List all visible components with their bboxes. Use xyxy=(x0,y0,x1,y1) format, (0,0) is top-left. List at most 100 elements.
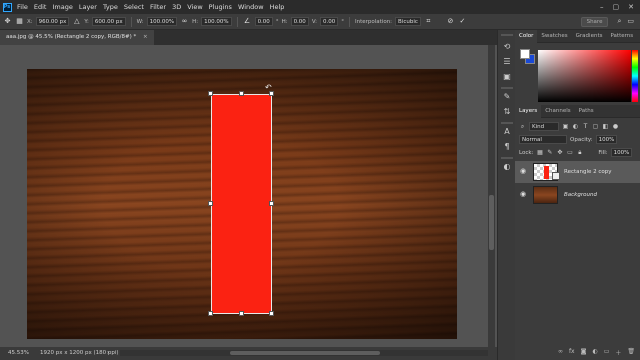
menu-select[interactable]: Select xyxy=(121,3,147,11)
cancel-icon[interactable]: ⊘ xyxy=(446,17,455,26)
fx-icon[interactable]: fx xyxy=(569,348,575,358)
vertical-scrollbar[interactable] xyxy=(488,45,495,347)
filter-smart-icon[interactable]: ◧ xyxy=(602,123,609,130)
fill-field[interactable]: 100% xyxy=(610,148,633,157)
blend-mode-select[interactable]: Normal xyxy=(519,135,567,144)
tab-close-icon[interactable]: × xyxy=(143,34,148,40)
filter-toggle-icon[interactable]: ● xyxy=(612,123,619,130)
menu-layer[interactable]: Layer xyxy=(76,3,100,11)
filter-adjustment-icon[interactable]: ◐ xyxy=(572,123,579,130)
x-field[interactable]: 960.00 px xyxy=(35,17,70,26)
maximize-icon[interactable]: ▢ xyxy=(613,3,620,11)
move-tool-icon[interactable]: ✥ xyxy=(3,17,12,26)
transform-handle-ml[interactable] xyxy=(208,201,213,206)
menu-plugins[interactable]: Plugins xyxy=(206,3,235,11)
delta-icon[interactable]: △ xyxy=(72,17,81,26)
close-icon[interactable]: ✕ xyxy=(628,3,634,11)
eye-icon[interactable]: ◉ xyxy=(520,167,528,175)
menu-type[interactable]: Type xyxy=(100,3,121,11)
scrollbar-thumb[interactable] xyxy=(489,195,494,250)
fill-label: Fill: xyxy=(598,149,608,156)
y-field[interactable]: 600.00 px xyxy=(91,17,126,26)
lock-all-icon[interactable]: 🔒︎ xyxy=(576,149,583,156)
filter-type-icon[interactable]: T xyxy=(582,123,589,130)
filter-pixel-icon[interactable]: ▣ xyxy=(562,123,569,130)
h-skew-field[interactable]: 0.00 xyxy=(290,17,309,26)
trash-icon[interactable]: 🗑︎ xyxy=(627,348,635,358)
warp-icon[interactable]: ⌗ xyxy=(424,17,433,26)
properties-icon[interactable]: ☰ xyxy=(502,57,512,67)
menu-image[interactable]: Image xyxy=(49,3,75,11)
menu-view[interactable]: View xyxy=(184,3,205,11)
width-field[interactable]: 100.00% xyxy=(146,17,178,26)
foreground-color-swatch[interactable] xyxy=(520,49,530,59)
layer-row[interactable]: ◉ Rectangle 2 copy xyxy=(515,161,640,183)
add-mask-icon[interactable]: ◙ xyxy=(581,348,587,358)
color-spectrum[interactable] xyxy=(538,50,631,102)
menu-help[interactable]: Help xyxy=(267,3,288,11)
paragraph-icon[interactable]: ¶ xyxy=(502,142,512,152)
transform-handle-tm[interactable] xyxy=(239,91,244,96)
tab-patterns[interactable]: Patterns xyxy=(606,30,637,43)
link-icon[interactable]: ∞ xyxy=(180,17,189,26)
color-panel-tabs: Color Swatches Gradients Patterns xyxy=(515,29,640,43)
search-icon[interactable]: ⌕ xyxy=(617,17,621,26)
lock-artboard-icon[interactable]: ▭ xyxy=(566,149,573,156)
red-rectangle-layer[interactable] xyxy=(211,94,272,314)
transform-handle-mr[interactable] xyxy=(269,201,274,206)
photoshop-logo-icon[interactable]: Ps xyxy=(0,0,14,14)
lock-position-icon[interactable]: ✥ xyxy=(556,149,563,156)
adjustments-icon[interactable]: ⇅ xyxy=(502,107,512,117)
layer-row[interactable]: ◉ Background xyxy=(515,184,640,206)
filter-shape-icon[interactable]: ▢ xyxy=(592,123,599,130)
history-icon[interactable]: ⟲ xyxy=(502,42,512,52)
reference-point-icon[interactable]: ▦ xyxy=(15,17,24,26)
tab-layers[interactable]: Layers xyxy=(515,104,542,118)
menu-filter[interactable]: Filter xyxy=(147,3,169,11)
menu-file[interactable]: File xyxy=(14,3,31,11)
menu-3d[interactable]: 3D xyxy=(169,3,184,11)
link-layers-icon[interactable]: ∞ xyxy=(558,348,563,358)
group-icon[interactable]: ▭ xyxy=(604,348,610,358)
tab-swatches[interactable]: Swatches xyxy=(537,30,571,43)
tab-gradients[interactable]: Gradients xyxy=(572,30,607,43)
h-skew-label: H: xyxy=(281,18,288,25)
layer-name: Background xyxy=(564,192,597,198)
transform-handle-br[interactable] xyxy=(269,311,274,316)
horizontal-scrollbar[interactable] xyxy=(120,350,488,356)
status-menu-arrow[interactable]: › xyxy=(107,347,109,360)
lock-image-icon[interactable]: ✎ xyxy=(546,149,553,156)
transform-handle-bm[interactable] xyxy=(239,311,244,316)
character-icon[interactable]: A xyxy=(502,127,512,137)
tab-paths[interactable]: Paths xyxy=(575,105,598,118)
checkmark-icon[interactable]: ✓ xyxy=(458,17,467,26)
transform-handle-tl[interactable] xyxy=(208,91,213,96)
lock-transparent-icon[interactable]: ▦ xyxy=(536,149,543,156)
angle-field[interactable]: 0.00 xyxy=(254,17,273,26)
transform-handle-bl[interactable] xyxy=(208,311,213,316)
zoom-level[interactable]: 45.53% xyxy=(8,347,29,360)
eye-icon[interactable]: ◉ xyxy=(520,190,528,198)
glyphs-icon[interactable]: ◐ xyxy=(502,162,512,172)
menu-edit[interactable]: Edit xyxy=(31,3,50,11)
menu-window[interactable]: Window xyxy=(235,3,267,11)
v-skew-field[interactable]: 0.00 xyxy=(319,17,339,26)
libraries-icon[interactable]: ▣ xyxy=(502,72,512,82)
hue-slider[interactable] xyxy=(632,50,638,102)
document-tab[interactable]: aaa.jpg @ 45.5% (Rectangle 2 copy, RGB/8… xyxy=(0,30,154,45)
tab-color[interactable]: Color xyxy=(515,29,538,43)
document-canvas[interactable]: ↶ xyxy=(27,69,457,339)
height-field[interactable]: 100.00% xyxy=(201,17,232,26)
grip xyxy=(501,34,513,36)
scrollbar-thumb[interactable] xyxy=(230,351,380,355)
minimize-icon[interactable]: – xyxy=(600,3,604,11)
interpolation-select[interactable]: Bicubic xyxy=(395,17,421,26)
tab-channels[interactable]: Channels xyxy=(541,105,574,118)
workspace-icon[interactable]: ▭ xyxy=(627,17,634,26)
brush-icon[interactable]: ✎ xyxy=(502,92,512,102)
layer-filter-select[interactable]: Kind xyxy=(529,122,559,131)
adjustment-layer-icon[interactable]: ◐ xyxy=(592,348,597,358)
new-layer-icon[interactable]: ＋ xyxy=(615,348,621,358)
share-button[interactable]: Share xyxy=(580,16,609,27)
opacity-field[interactable]: 100% xyxy=(595,135,618,144)
